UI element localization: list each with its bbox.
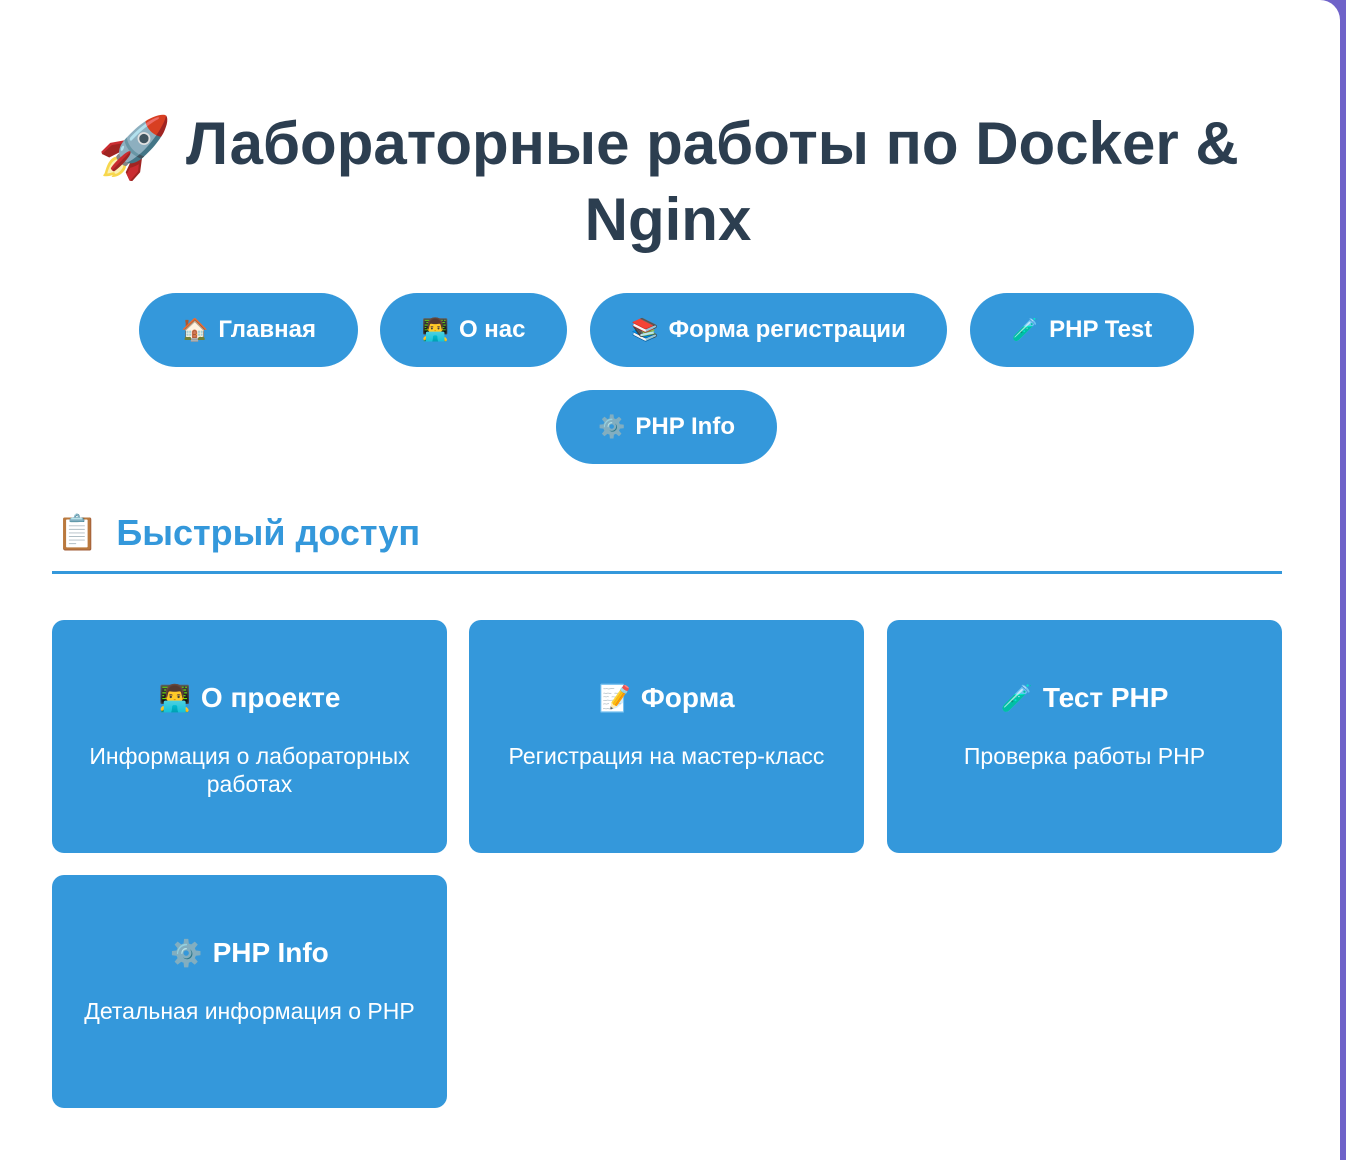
memo-icon: 📝: [598, 683, 631, 713]
nav-php-info-label: PHP Info: [635, 413, 735, 440]
card-description: Проверка работы PHP: [963, 743, 1206, 769]
nav-home-button[interactable]: 🏠 Главная: [139, 293, 358, 367]
test-tube-icon: 🧪: [1000, 683, 1033, 713]
house-icon: 🏠: [180, 317, 209, 342]
section-divider: [52, 571, 1282, 574]
nav-registration-label: Форма регистрации: [668, 316, 906, 343]
card-title-text: PHP Info: [212, 937, 329, 968]
nav-about-button[interactable]: 👨‍💻 О нас: [380, 293, 567, 367]
card-php-info[interactable]: ⚙️ PHP Info Детальная информация о PHP: [52, 875, 447, 1108]
card-title-text: Тест PHP: [1042, 682, 1169, 713]
nav-php-info-button[interactable]: ⚙️ PHP Info: [556, 390, 777, 464]
card-title: ⚙️ PHP Info: [52, 935, 447, 971]
card-form[interactable]: 📝 Форма Регистрация на мастер-класс: [469, 620, 864, 853]
nav-php-test-label: PHP Test: [1049, 316, 1153, 343]
card-description: Информация о лабораторных работах: [89, 743, 410, 797]
nav-registration-button[interactable]: 📚 Форма регистрации: [590, 293, 947, 367]
technologist-icon: 👨‍💻: [158, 683, 191, 713]
card-title: 🧪 Тест PHP: [887, 680, 1282, 716]
page-title: 🚀 Лабораторные работы по Docker & Nginx: [60, 108, 1276, 256]
nav-php-test-button[interactable]: 🧪 PHP Test: [970, 293, 1194, 367]
card-title-text: Форма: [640, 682, 735, 713]
books-icon: 📚: [631, 317, 659, 342]
quick-access-heading: 📋 Быстрый доступ: [56, 512, 420, 554]
card-title: 📝 Форма: [469, 680, 864, 716]
card-title-text: О проекте: [200, 682, 341, 713]
quick-access-title: Быстрый доступ: [116, 512, 421, 553]
page-title-text: Лабораторные работы по Docker & Nginx: [186, 110, 1239, 253]
technologist-icon: 👨‍💻: [421, 317, 449, 342]
nav-home-label: Главная: [218, 316, 316, 343]
card-description: Регистрация на мастер-класс: [508, 743, 825, 769]
test-tube-icon: 🧪: [1011, 317, 1040, 342]
card-title: 👨‍💻 О проекте: [52, 680, 447, 716]
nav-about-label: О нас: [458, 316, 526, 343]
card-about-project[interactable]: 👨‍💻 О проекте Информация о лабораторных р…: [52, 620, 447, 853]
clipboard-icon: 📋: [56, 514, 99, 552]
gear-icon: ⚙️: [170, 938, 203, 968]
page-container: 🚀 Лабораторные работы по Docker & Nginx 🏠…: [0, 0, 1340, 1160]
card-php-test[interactable]: 🧪 Тест PHP Проверка работы PHP: [887, 620, 1282, 853]
gear-icon: ⚙️: [598, 414, 626, 439]
rocket-icon: 🚀: [97, 114, 173, 181]
card-description: Детальная информация о PHP: [84, 998, 415, 1024]
